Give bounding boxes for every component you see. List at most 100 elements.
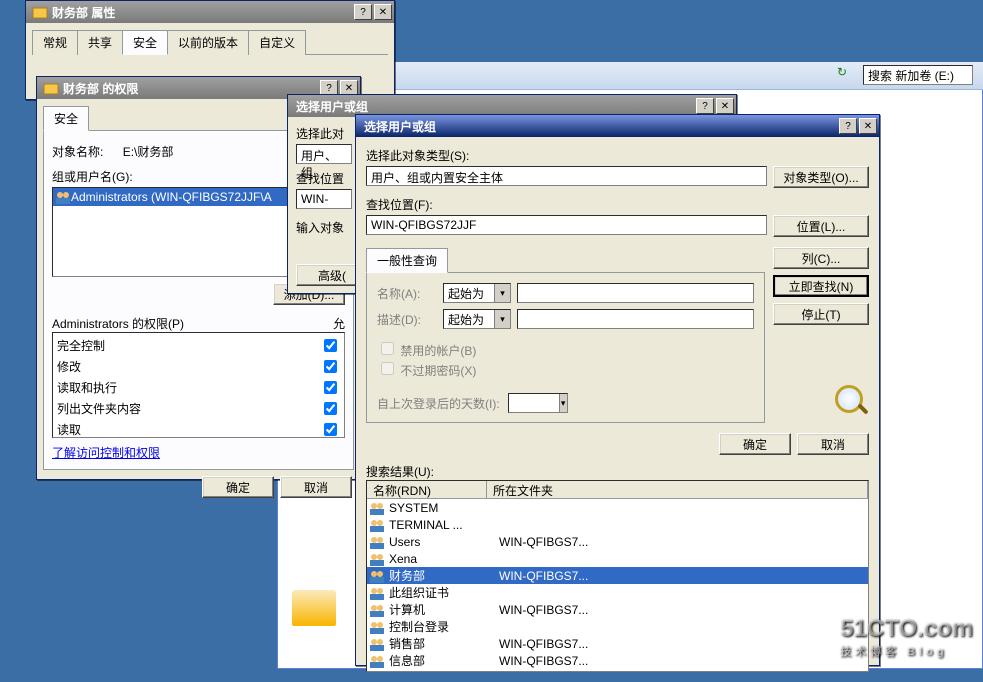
ok-button[interactable]: 确定 bbox=[202, 476, 274, 498]
perm-read-execute-allow[interactable] bbox=[324, 381, 337, 394]
permissions-table: 完全控制 修改 读取和执行 列出文件夹内容 读取 bbox=[55, 335, 342, 438]
permissions-header: Administrators 的权限(P) bbox=[52, 315, 333, 332]
result-row[interactable]: 财务部WIN-QFIBGS7... bbox=[367, 567, 868, 584]
locations-button[interactable]: 位置(L)... bbox=[773, 215, 869, 237]
location-field[interactable]: WIN-QFIBGS72JJF bbox=[366, 215, 767, 235]
search-icon bbox=[835, 385, 869, 419]
name-input[interactable] bbox=[517, 283, 754, 303]
non-expiring-check bbox=[381, 362, 394, 375]
window-title: 财务部 的权限 bbox=[63, 80, 318, 97]
group-icon bbox=[369, 500, 385, 516]
nav-refresh-icon[interactable]: ↻ bbox=[837, 65, 857, 85]
result-name: 财务部 bbox=[389, 567, 499, 584]
field: 用户、组 bbox=[296, 144, 352, 164]
help-button[interactable]: ? bbox=[839, 118, 857, 134]
tab-security[interactable]: 安全 bbox=[43, 106, 89, 131]
folder-icon bbox=[43, 80, 59, 96]
explorer-search-input[interactable] bbox=[863, 65, 973, 85]
window-title: 财务部 属性 bbox=[52, 4, 352, 21]
result-row[interactable]: TERMINAL ... bbox=[367, 516, 868, 533]
days-since-label: 自上次登录后的天数(I): bbox=[377, 395, 500, 412]
perm-modify-allow[interactable] bbox=[324, 360, 337, 373]
perm-read: 读取 bbox=[55, 419, 281, 438]
desc-input[interactable] bbox=[517, 309, 754, 329]
watermark: 51CTO.com 技术博客 Blog bbox=[840, 615, 973, 659]
object-types-button[interactable]: 对象类型(O)... bbox=[773, 166, 869, 188]
name-combo[interactable]: 起始为▾ bbox=[443, 283, 511, 303]
result-row[interactable]: SYSTEM bbox=[367, 499, 868, 516]
object-type-field[interactable]: 用户、组或内置安全主体 bbox=[366, 166, 767, 186]
folder-icon bbox=[32, 4, 48, 20]
group-icon bbox=[369, 636, 385, 652]
perm-list-folder-allow[interactable] bbox=[324, 402, 337, 415]
close-button[interactable]: ✕ bbox=[716, 98, 734, 114]
chevron-down-icon[interactable]: ▾ bbox=[494, 310, 510, 328]
result-folder: WIN-QFIBGS7... bbox=[499, 603, 588, 617]
group-icon bbox=[369, 653, 385, 669]
result-folder: WIN-QFIBGS7... bbox=[499, 637, 588, 651]
group-icon bbox=[369, 534, 385, 550]
perm-full-control: 完全控制 bbox=[55, 335, 281, 356]
folder-large-icon[interactable] bbox=[292, 590, 336, 626]
result-name: 控制台登录 bbox=[389, 618, 499, 635]
group-icon bbox=[369, 585, 385, 601]
tab-general-query[interactable]: 一般性查询 bbox=[366, 248, 448, 273]
tab-previous-versions[interactable]: 以前的版本 bbox=[167, 30, 249, 55]
close-button[interactable]: ✕ bbox=[859, 118, 877, 134]
window-title: 选择用户或组 bbox=[358, 118, 837, 135]
help-button[interactable]: ? bbox=[696, 98, 714, 114]
select-type-label: 选择此对象类型(S): bbox=[366, 147, 869, 164]
stop-button[interactable]: 停止(T) bbox=[773, 303, 869, 325]
perm-modify: 修改 bbox=[55, 356, 281, 377]
object-name-label: 对象名称: bbox=[52, 145, 103, 159]
perm-read-allow[interactable] bbox=[324, 423, 337, 436]
perm-read-execute: 读取和执行 bbox=[55, 377, 281, 398]
perm-full-control-allow[interactable] bbox=[324, 339, 337, 352]
find-location-label: 查找位置(F): bbox=[366, 196, 869, 213]
result-name: 计算机 bbox=[389, 601, 499, 618]
ok-button[interactable]: 确定 bbox=[719, 433, 791, 455]
object-name-value: E:\财务部 bbox=[123, 145, 174, 159]
result-name: Users bbox=[389, 535, 499, 549]
cancel-button[interactable]: 取消 bbox=[797, 433, 869, 455]
name-label: 名称(A): bbox=[377, 285, 437, 302]
desc-combo[interactable]: 起始为▾ bbox=[443, 309, 511, 329]
select-users-window-advanced: 选择用户或组 ? ✕ 选择此对象类型(S): 用户、组或内置安全主体 对象类型(… bbox=[355, 114, 880, 666]
results-listbox[interactable]: 名称(RDN) 所在文件夹 SYSTEMTERMINAL ...UsersWIN… bbox=[366, 480, 869, 672]
non-expiring-label: 不过期密码(X) bbox=[400, 364, 476, 378]
cancel-button[interactable]: 取消 bbox=[280, 476, 352, 498]
result-name: 销售部 bbox=[389, 635, 499, 652]
tab-customize[interactable]: 自定义 bbox=[248, 30, 306, 55]
result-row[interactable]: 控制台登录 bbox=[367, 618, 868, 635]
result-row[interactable]: 此组织证书 bbox=[367, 584, 868, 601]
learn-link[interactable]: 了解访问控制和权限 bbox=[52, 446, 160, 460]
allow-header: 允 bbox=[333, 315, 345, 332]
result-name: TERMINAL ... bbox=[389, 518, 499, 532]
group-icon bbox=[369, 602, 385, 618]
tab-security[interactable]: 安全 bbox=[122, 30, 168, 55]
group-icon bbox=[369, 619, 385, 635]
find-now-button[interactable]: 立即查找(N) bbox=[773, 275, 869, 297]
help-button[interactable]: ? bbox=[354, 4, 372, 20]
close-button[interactable]: ✕ bbox=[374, 4, 392, 20]
group-entry: Administrators (WIN-QFIBGS72JJF\A bbox=[71, 190, 272, 204]
tab-general[interactable]: 常规 bbox=[32, 30, 78, 55]
chevron-down-icon[interactable]: ▾ bbox=[494, 284, 510, 302]
result-row[interactable]: 信息部WIN-QFIBGS7... bbox=[367, 652, 868, 669]
result-name: 此组织证书 bbox=[389, 584, 499, 601]
tab-sharing[interactable]: 共享 bbox=[77, 30, 123, 55]
result-folder: WIN-QFIBGS7... bbox=[499, 654, 588, 668]
col-folder-header[interactable]: 所在文件夹 bbox=[487, 481, 868, 498]
result-row[interactable]: Xena bbox=[367, 550, 868, 567]
result-folder: WIN-QFIBGS7... bbox=[499, 569, 588, 583]
desc-label: 描述(D): bbox=[377, 311, 437, 328]
col-name-header[interactable]: 名称(RDN) bbox=[367, 481, 487, 498]
chevron-down-icon: ▾ bbox=[559, 394, 567, 412]
result-name: 信息部 bbox=[389, 652, 499, 669]
result-row[interactable]: UsersWIN-QFIBGS7... bbox=[367, 533, 868, 550]
group-icon bbox=[369, 517, 385, 533]
field: WIN- bbox=[296, 189, 352, 209]
result-row[interactable]: 销售部WIN-QFIBGS7... bbox=[367, 635, 868, 652]
result-row[interactable]: 计算机WIN-QFIBGS7... bbox=[367, 601, 868, 618]
columns-button[interactable]: 列(C)... bbox=[773, 247, 869, 269]
